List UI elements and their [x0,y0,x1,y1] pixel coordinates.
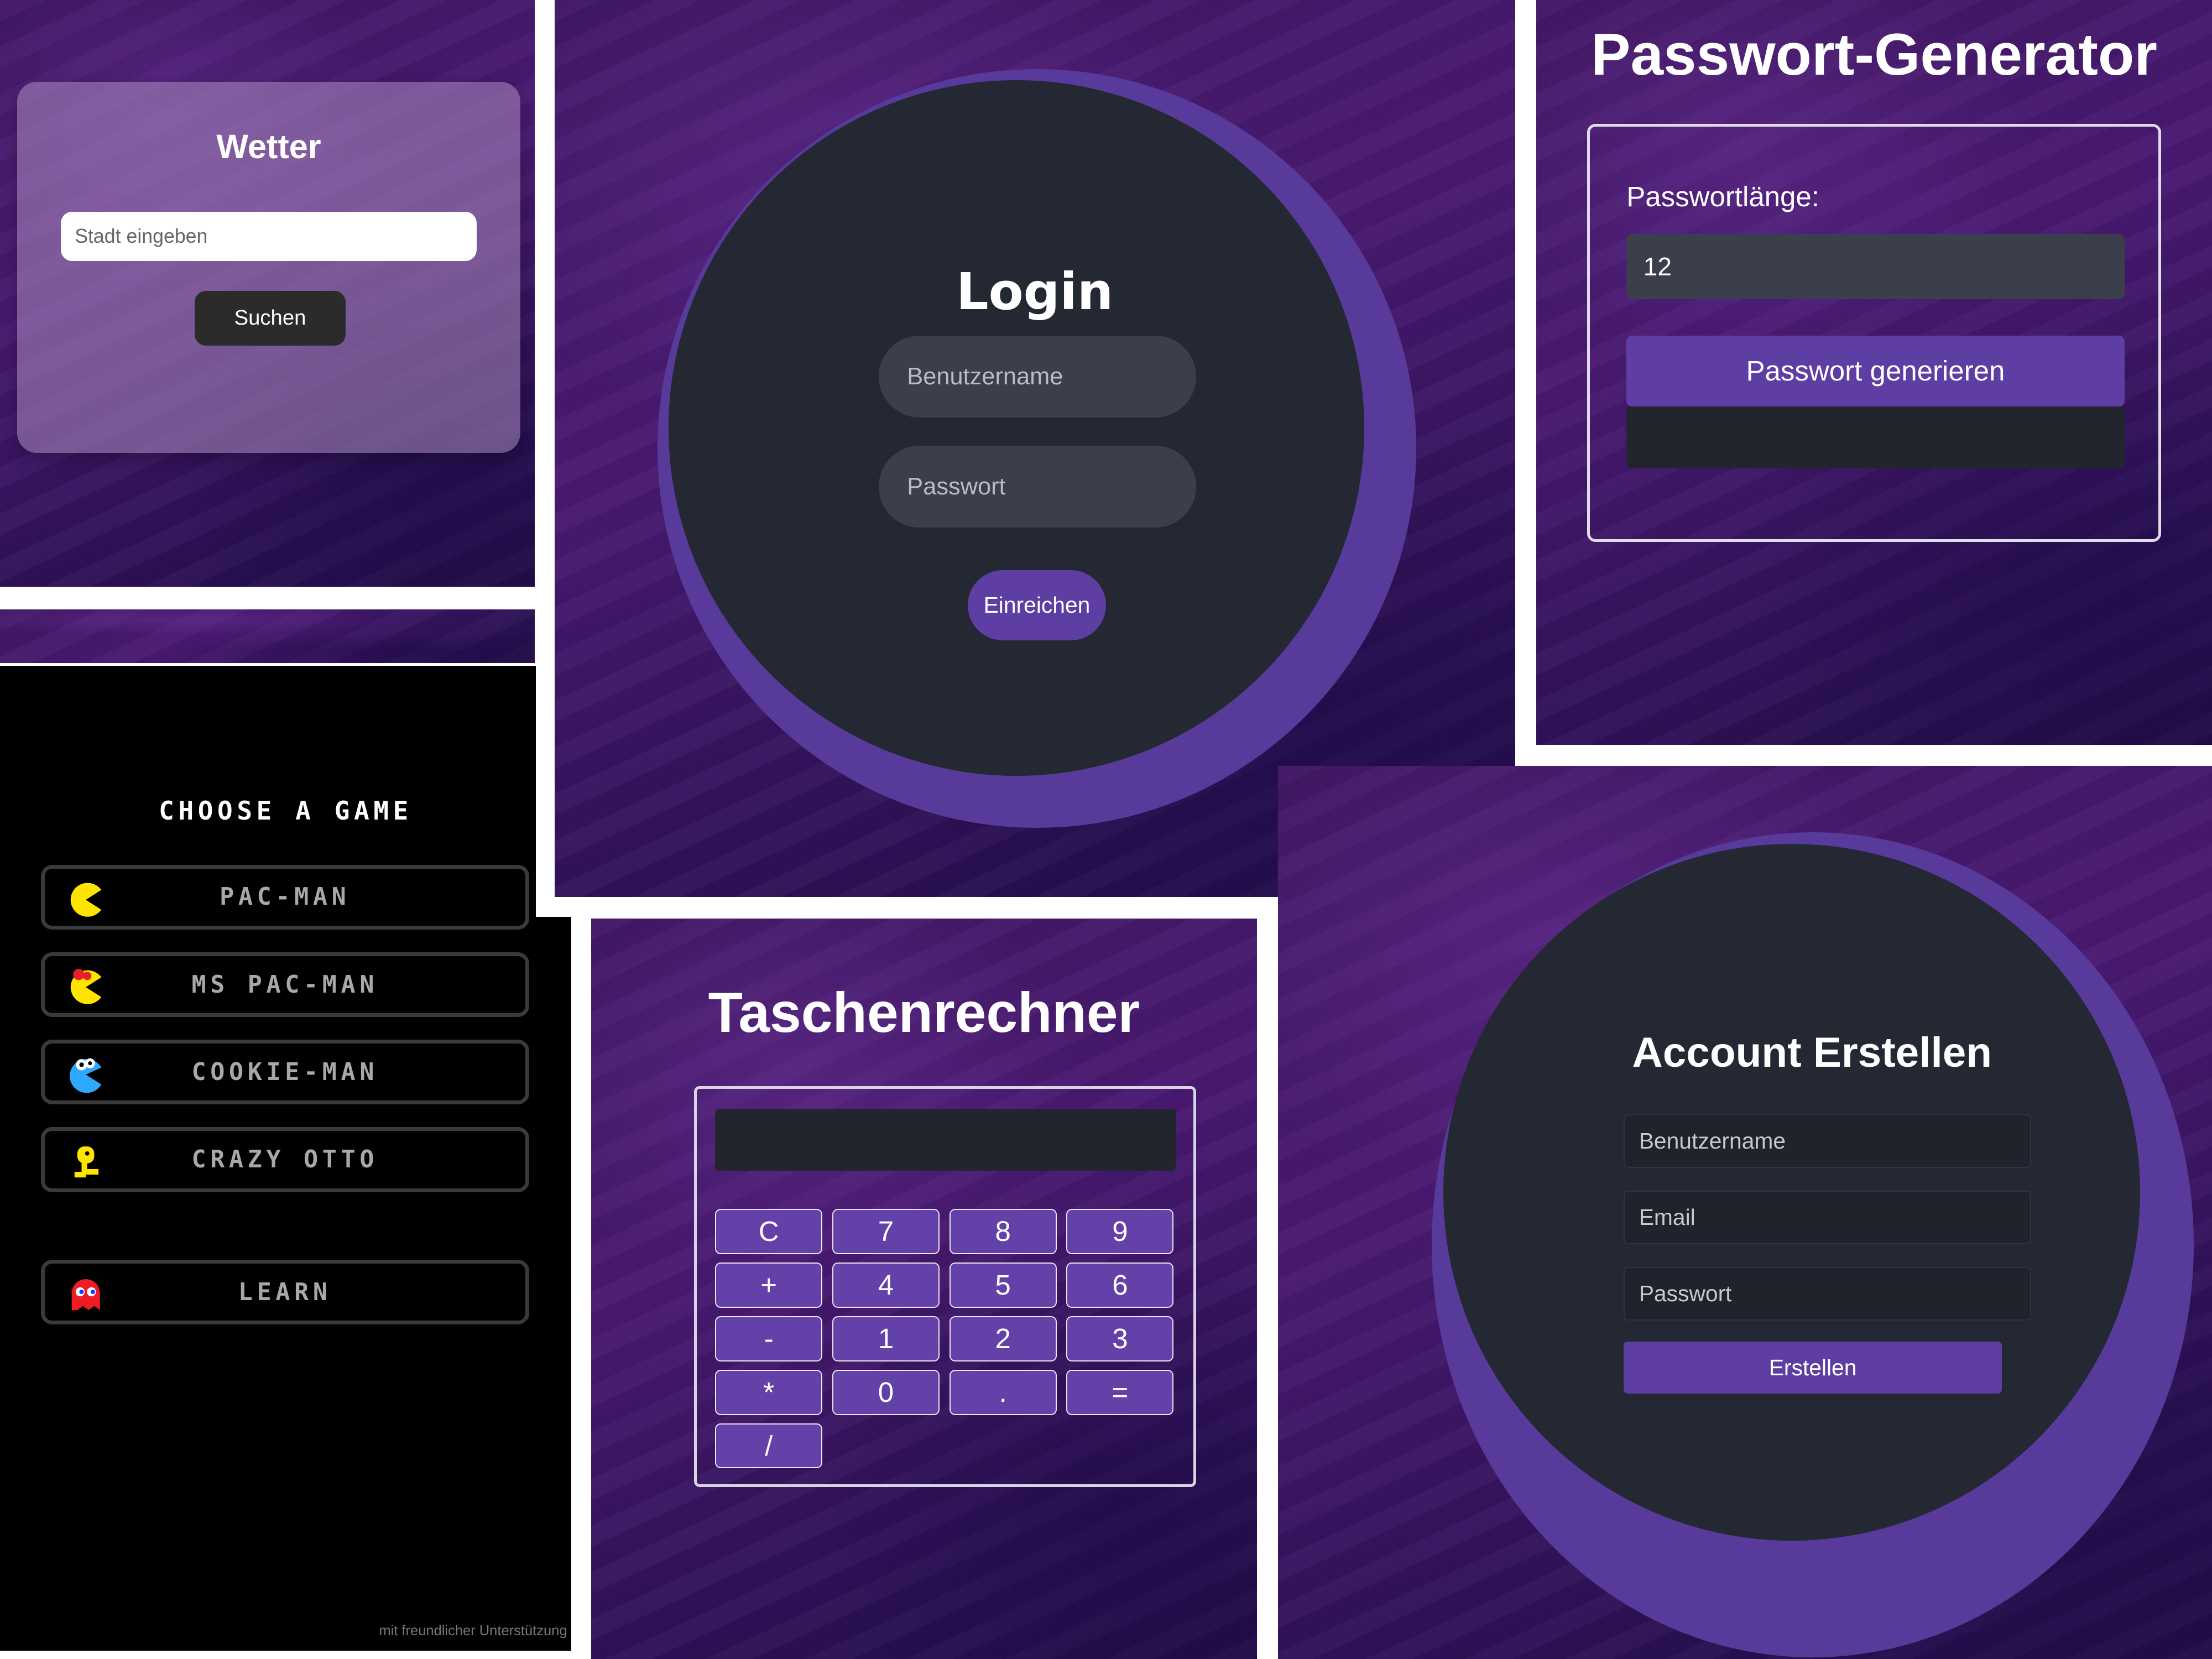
password-length-input[interactable]: 12 [1626,234,2125,299]
submit-button[interactable]: Einreichen [967,570,1106,641]
password-output [1626,406,2125,468]
calc-key[interactable]: C [715,1209,823,1254]
game-menu-title: CHOOSE A GAME [159,795,413,826]
calc-key[interactable]: 1 [832,1316,940,1361]
calc-key[interactable]: 2 [949,1316,1057,1361]
game-item-label: LEARN [238,1278,332,1306]
calc-key[interactable]: 3 [1066,1316,1174,1361]
login-disc [669,80,1364,776]
password-generator-panel: Passwort-Generator Passwortlänge: 12 Pas… [1536,0,2212,745]
calculator-panel: Taschenrechner C 7 8 9 +4 5 6 -1 2 3 * 0. = / [591,918,1257,1659]
calc-key[interactable]: 0 [832,1369,940,1415]
calc-key[interactable]: 7 [832,1209,940,1254]
calc-key[interactable]: * [715,1369,823,1415]
calc-key[interactable]: 9 [1066,1209,1174,1254]
weather-card: Wetter Stadt eingeben Suchen [17,81,521,453]
calc-key[interactable]: / [715,1423,823,1469]
calc-key[interactable]: 5 [949,1262,1057,1308]
calc-key[interactable]: 6 [1066,1262,1174,1308]
game-item-cookie-man[interactable]: COOKIE-MAN [40,1040,529,1105]
register-username-input[interactable]: Benutzername [1624,1114,2032,1168]
game-menu-panel: CHOOSE A GAME PAC-MAN MS PAC-MAN COOKIE-… [0,666,572,1651]
register-panel: Account Erstellen Benutzername Email Pas… [1278,766,2212,1659]
calc-key[interactable]: + [715,1262,823,1308]
game-item-pac-man[interactable]: PAC-MAN [40,864,529,930]
calculator-box: C 7 8 9 +4 5 6 -1 2 3 * 0. = / [694,1086,1197,1487]
game-item-label: MS PAC-MAN [191,971,379,999]
password-length-label: Passwortlänge: [1626,181,1819,213]
calculator-display [715,1108,1177,1171]
create-account-button[interactable]: Erstellen [1624,1342,2002,1394]
password-generator-title: Passwort-Generator [1591,20,2157,87]
footer-note: mit freundlicher Unterstützung [379,1623,567,1639]
weather-panel: Wetter Stadt eingeben Suchen [0,0,535,587]
register-title: Account Erstellen [1632,1029,1992,1076]
calculator-title: Taschenrechner [708,980,1140,1044]
password-generator-box: Passwortlänge: 12 Passwort generieren [1587,124,2162,542]
login-panel: Login Benutzername Passwort Einreichen [554,0,1515,898]
game-item-learn[interactable]: LEARN [40,1260,529,1325]
game-item-label: CRAZY OTTO [191,1145,379,1173]
generate-password-button[interactable]: Passwort generieren [1626,336,2125,406]
city-input[interactable]: Stadt eingeben [60,211,477,261]
game-item-ms-pac-man[interactable]: MS PAC-MAN [40,952,529,1018]
password-input[interactable]: Passwort [879,446,1197,528]
game-item-label: PAC-MAN [220,883,351,911]
register-password-input[interactable]: Passwort [1624,1266,2032,1321]
weather-title: Wetter [216,127,321,165]
calc-key[interactable]: 8 [949,1209,1057,1254]
login-title: Login [956,262,1114,322]
calc-key[interactable]: - [715,1316,823,1361]
username-input[interactable]: Benutzername [879,336,1197,418]
calc-key[interactable]: = [1066,1369,1174,1415]
background-strip [0,609,535,663]
calc-key[interactable]: . [949,1369,1057,1415]
register-email-input[interactable]: Email [1624,1191,2032,1244]
calc-key[interactable]: 4 [832,1262,940,1308]
game-item-crazy-otto[interactable]: CRAZY OTTO [40,1127,529,1192]
game-item-label: COOKIE-MAN [191,1058,379,1086]
search-button[interactable]: Suchen [195,290,346,346]
